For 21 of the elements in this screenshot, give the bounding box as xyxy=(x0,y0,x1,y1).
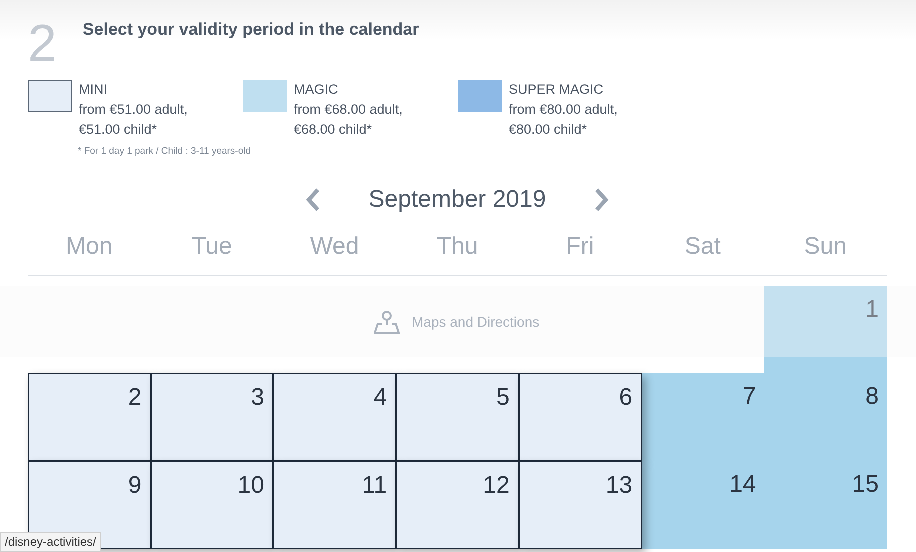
footnote: * For 1 day 1 park / Child : 3-11 years-old xyxy=(78,146,252,157)
legend-name: MINI xyxy=(79,81,108,99)
legend-price: from €51.00 adult, xyxy=(79,101,188,119)
legend-price: from €80.00 adult, xyxy=(509,101,618,119)
step-number: 2 xyxy=(28,16,57,72)
section-title: Select your validity period in the calendar xyxy=(82,20,420,40)
legend-price: €51.00 child* xyxy=(79,121,158,139)
legend-price: from €68.00 adult, xyxy=(294,101,403,119)
weekday-label: Thu xyxy=(436,232,478,262)
legend-name: SUPER MAGIC xyxy=(509,81,605,99)
status-tooltip: /disney-activities/ xyxy=(0,532,102,552)
weekday-label: Wed xyxy=(310,232,360,262)
legend-price: €68.00 child* xyxy=(294,121,374,139)
legend-price: €80.00 child* xyxy=(509,121,588,139)
weekday-label: Tue xyxy=(192,232,232,262)
month-title: September 2019 xyxy=(368,186,546,214)
legend-name: MAGIC xyxy=(294,81,340,99)
weekday-label: Mon xyxy=(66,232,113,262)
weekday-label: Sun xyxy=(804,232,847,262)
weekday-label: Sat xyxy=(684,232,721,262)
weekday-label: Fri xyxy=(566,232,594,262)
